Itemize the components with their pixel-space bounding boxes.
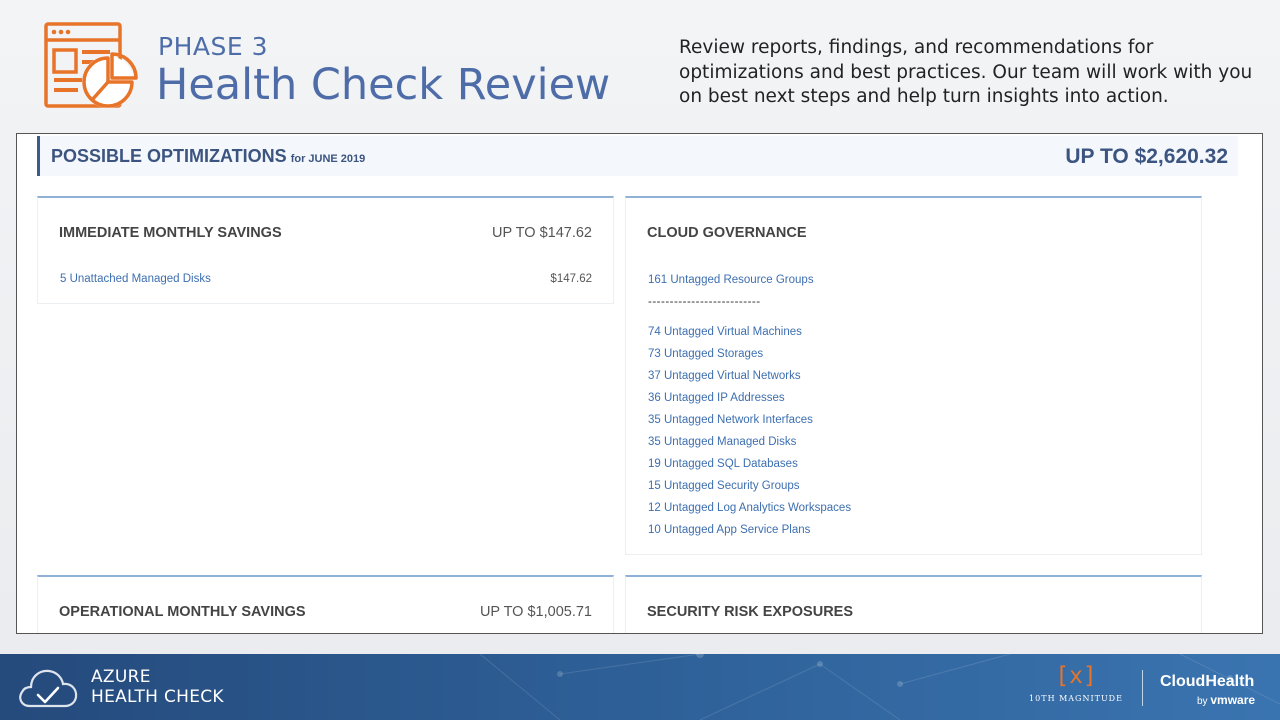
footer-title-line1: AZURE [91,667,151,687]
banner-title: POSSIBLE OPTIMIZATIONS for JUNE 2019 [51,146,365,167]
governance-list-item[interactable]: 15 Untagged Security Groups [648,479,1148,501]
governance-list: 161 Untagged Resource Groups -----------… [648,273,1148,545]
cloud-governance-card: CLOUD GOVERNANCE 161 Untagged Resource G… [625,196,1202,555]
governance-list-item[interactable]: 74 Untagged Virtual Machines [648,325,1148,347]
logo-divider [1142,670,1143,706]
governance-list-item[interactable]: 37 Untagged Virtual Networks [648,369,1148,391]
governance-list-item[interactable]: 36 Untagged IP Addresses [648,391,1148,413]
optimization-report: POSSIBLE OPTIMIZATIONS for JUNE 2019 UP T… [16,133,1263,634]
unattached-disks-amount: $147.62 [550,273,592,285]
tenth-magnitude-name: 10TH MAGNITUDE [1029,694,1123,703]
immediate-savings-total: UP TO $147.62 [492,225,592,241]
cloudhealth-logo: CloudHealth [1160,673,1255,690]
tenth-magnitude-logo: [x] 10TH MAGNITUDE [1028,662,1124,714]
governance-list-item[interactable]: 35 Untagged Network Interfaces [648,413,1148,435]
unattached-disks-link[interactable]: 5 Unattached Managed Disks [60,273,211,285]
page-title: Health Check Review [156,60,611,110]
security-risk-title: SECURITY RISK EXPOSURES [647,604,854,620]
governance-list-item[interactable]: 10 Untagged App Service Plans [648,523,1148,545]
cloud-governance-title: CLOUD GOVERNANCE [647,225,807,241]
phase-description: Review reports, findings, and recommenda… [679,37,1253,107]
immediate-savings-title: IMMEDIATE MONTHLY SAVINGS [59,225,282,241]
possible-optimizations-banner: POSSIBLE OPTIMIZATIONS for JUNE 2019 UP T… [37,136,1238,176]
immediate-savings-card: IMMEDIATE MONTHLY SAVINGS UP TO $147.62 … [37,196,614,304]
governance-list-item[interactable]: 73 Untagged Storages [648,347,1148,369]
byline-by: by [1197,696,1208,707]
cloud-check-icon [19,669,78,708]
governance-list-item[interactable]: 35 Untagged Managed Disks [648,435,1148,457]
security-risk-card: SECURITY RISK EXPOSURES [625,575,1202,633]
footer-title-line2: HEALTH CHECK [91,687,224,707]
banner-title-text: POSSIBLE OPTIMIZATIONS [51,146,287,166]
governance-list-item[interactable]: 12 Untagged Log Analytics Workspaces [648,501,1148,523]
report-chart-icon [44,22,138,108]
governance-list-item[interactable]: 19 Untagged SQL Databases [648,457,1148,479]
tenth-magnitude-mark: [x] [1055,663,1097,689]
banner-subtitle: for JUNE 2019 [290,153,366,165]
operational-savings-total: UP TO $1,005.71 [479,604,592,620]
phase-label: PHASE 3 [158,32,268,61]
untagged-resource-groups-link[interactable]: 161 Untagged Resource Groups [648,273,1148,295]
footer-bar: AZURE HEALTH CHECK [x] 10TH MAGNITUDE Cl… [0,654,1280,720]
operational-savings-card: OPERATIONAL MONTHLY SAVINGS UP TO $1,005… [37,575,614,633]
footer-title: AZURE HEALTH CHECK [91,667,224,707]
banner-total: UP TO $2,620.32 [1065,145,1228,168]
governance-separator: -------------------------- [648,296,761,308]
cloudhealth-byline: by vmware [1197,693,1255,707]
vmware-logo: vmware [1210,693,1256,707]
operational-savings-title: OPERATIONAL MONTHLY SAVINGS [59,604,306,620]
